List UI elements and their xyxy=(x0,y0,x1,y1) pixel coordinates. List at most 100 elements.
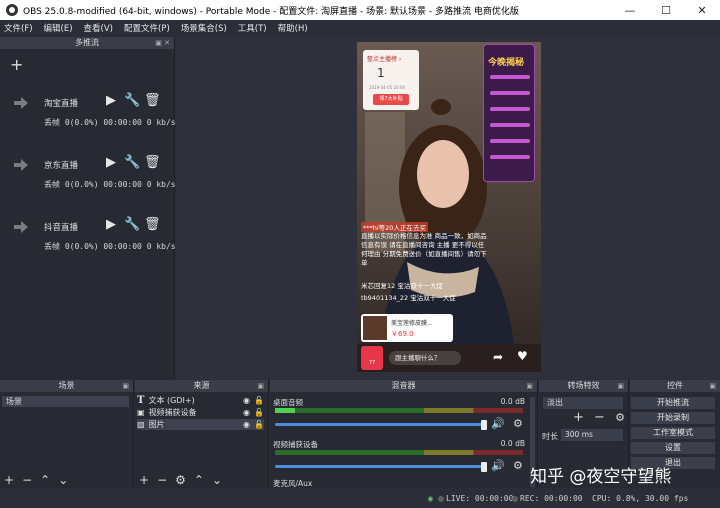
promo-board: 今晚揭秘 xyxy=(483,44,535,182)
scene-item[interactable]: 场景 xyxy=(2,396,129,407)
scenes-dock: 场景 ▣ 场景 + − ⌃ ⌄ xyxy=(0,380,134,488)
menu-file[interactable]: 文件(F) xyxy=(4,22,33,34)
minimize-button[interactable]: — xyxy=(612,4,648,17)
move-down-icon[interactable]: ⌄ xyxy=(58,473,68,487)
add-icon[interactable]: + xyxy=(573,410,584,425)
move-up-icon[interactable]: ⌃ xyxy=(40,473,50,487)
play-icon[interactable]: ▶ xyxy=(104,94,118,108)
network-icon: ◉ xyxy=(428,494,433,503)
move-up-icon[interactable]: ⌃ xyxy=(194,473,204,487)
transition-select[interactable]: 淡出 xyxy=(543,397,623,409)
chat-line: 米芯回复12 宝沽双十一大促 xyxy=(361,282,443,290)
play-icon[interactable]: ▶ xyxy=(104,156,118,170)
source-item[interactable]: ▨ 图片 ◉ 🔓 xyxy=(137,419,264,430)
volume-meter xyxy=(275,408,523,413)
add-stream-button[interactable]: + xyxy=(10,55,23,74)
heart-icon[interactable]: ♥ xyxy=(517,349,528,363)
dock-float-icon[interactable]: ▣ xyxy=(122,380,129,392)
duration-spinbox[interactable]: 300 ms xyxy=(561,429,623,441)
title-bar: OBS 25.0.8-modified (64-bit, windows) - … xyxy=(0,0,720,20)
live-indicator-icon xyxy=(438,496,444,502)
shopping-bag-icon[interactable]: 77 xyxy=(361,346,383,370)
controls-title: 控件 xyxy=(667,381,683,390)
dock-float-icon[interactable]: ▣ xyxy=(526,380,533,392)
dock-float-icon[interactable]: ▣ xyxy=(257,380,264,392)
controls-header: 控件 ▣ xyxy=(630,380,720,392)
live-time: LIVE: 00:00:00 xyxy=(446,494,514,503)
play-icon[interactable]: ▶ xyxy=(104,218,118,232)
volume-slider[interactable] xyxy=(275,465,483,468)
dock-float-icon[interactable]: ▣ xyxy=(709,380,716,392)
move-down-icon[interactable]: ⌄ xyxy=(212,473,222,487)
mixer-channel: 桌面音频 0.0 dB 🔊 ⚙ xyxy=(273,397,535,433)
status-bar: ◉ LIVE: 00:00:00 REC: 00:00:00 CPU: 0.8%… xyxy=(0,490,720,508)
close-button[interactable]: ✕ xyxy=(684,4,720,17)
volume-meter xyxy=(275,450,523,455)
settings-button[interactable]: 设置 xyxy=(631,442,715,454)
start-streaming-button[interactable]: 开始推流 xyxy=(631,397,715,409)
ask-input[interactable]: 跟主播聊什么？ xyxy=(389,351,461,365)
menu-edit[interactable]: 编辑(E) xyxy=(44,22,73,34)
gear-icon[interactable]: ⚙ xyxy=(175,473,186,487)
sources-header: 来源 ▣ xyxy=(135,380,268,392)
arrow-right-icon xyxy=(14,159,28,171)
lock-icon[interactable]: 🔓 xyxy=(254,396,264,405)
stream-name: 淘宝直播 xyxy=(44,99,79,109)
stream-row: 抖音直播 ▶ 🔧 🗑 丢帧 0(0.0%) 00:00:00 0 kb/s xyxy=(0,213,176,263)
promo-line xyxy=(490,155,530,159)
wrench-icon[interactable]: 🔧 xyxy=(124,94,140,108)
menu-profile[interactable]: 配置文件(P) xyxy=(124,22,170,34)
menu-view[interactable]: 查看(V) xyxy=(84,22,113,34)
gear-icon[interactable]: ⚙ xyxy=(513,417,523,430)
channel-name: 视频捕获设备 xyxy=(273,440,318,449)
eye-icon[interactable]: ◉ xyxy=(243,420,250,429)
wrench-icon[interactable]: 🔧 xyxy=(124,218,140,232)
rank-card-number: 1 xyxy=(377,66,385,80)
slider-handle[interactable] xyxy=(481,420,487,430)
source-item[interactable]: ▣ 视频捕获设备 ◉ 🔓 xyxy=(137,407,264,418)
menu-tools[interactable]: 工具(T) xyxy=(238,22,267,34)
remove-icon[interactable]: − xyxy=(22,473,32,487)
promo-line xyxy=(490,91,530,95)
slider-handle[interactable] xyxy=(481,462,487,472)
wrench-icon[interactable]: 🔧 xyxy=(124,156,140,170)
add-icon[interactable]: + xyxy=(139,473,149,487)
trash-icon[interactable]: 🗑 xyxy=(144,94,161,108)
lock-icon[interactable]: 🔓 xyxy=(254,420,264,429)
dock-float-icon[interactable]: ▣ ✕ xyxy=(155,37,170,49)
studio-mode-button[interactable]: 工作室模式 xyxy=(631,427,715,439)
channel-db: 0.0 dB xyxy=(500,397,525,406)
cpu-fps: CPU: 0.8%, 30.00 fps xyxy=(592,494,689,503)
gear-icon[interactable]: ⚙ xyxy=(513,459,523,472)
menu-scene-collection[interactable]: 场景集合(S) xyxy=(181,22,227,34)
remove-icon[interactable]: − xyxy=(157,473,167,487)
add-icon[interactable]: + xyxy=(4,473,14,487)
gear-icon[interactable]: ⚙ xyxy=(615,411,625,424)
watermark: 知乎 @夜空守望熊 xyxy=(530,467,672,487)
trash-icon[interactable]: 🗑 xyxy=(144,156,161,170)
remove-icon[interactable]: − xyxy=(594,410,605,425)
speaker-icon[interactable]: 🔊 xyxy=(491,459,505,472)
eye-icon[interactable]: ◉ xyxy=(243,396,250,405)
video-preview[interactable]: 整点主播榜 › 1 2019-04-05 20:00 领7大补贴 今晚揭秘 **… xyxy=(357,42,541,372)
scenes-header: 场景 ▣ xyxy=(0,380,133,392)
start-recording-button[interactable]: 开始录制 xyxy=(631,412,715,424)
menu-help[interactable]: 帮助(H) xyxy=(278,22,308,34)
trash-icon[interactable]: 🗑 xyxy=(144,218,161,232)
product-card[interactable]: 美宝莲修皮膜... ￥69.0 xyxy=(361,314,453,342)
duration-label: 时长 xyxy=(542,432,558,441)
maximize-button[interactable]: ☐ xyxy=(648,4,684,17)
share-icon[interactable]: ➦ xyxy=(493,350,503,364)
speaker-icon[interactable]: 🔊 xyxy=(491,417,505,430)
product-name: 美宝莲修皮膜... xyxy=(391,320,433,327)
window-title: OBS 25.0.8-modified (64-bit, windows) - … xyxy=(23,6,519,17)
source-item[interactable]: T 文本 (GDI+) ◉ 🔓 xyxy=(137,395,264,406)
text-icon: T xyxy=(137,395,145,406)
volume-slider[interactable] xyxy=(275,423,483,426)
mixer-channel: 麦克风/Aux xyxy=(273,478,535,489)
lock-icon[interactable]: 🔓 xyxy=(254,408,264,417)
dock-float-icon[interactable]: ▣ xyxy=(617,380,624,392)
danmu-banner: ***hi等20人正在去买 xyxy=(361,222,428,232)
eye-icon[interactable]: ◉ xyxy=(243,408,250,417)
stream-row: 淘宝直播 ▶ 🔧 🗑 丢帧 0(0.0%) 00:00:00 0 kb/s xyxy=(0,89,176,139)
